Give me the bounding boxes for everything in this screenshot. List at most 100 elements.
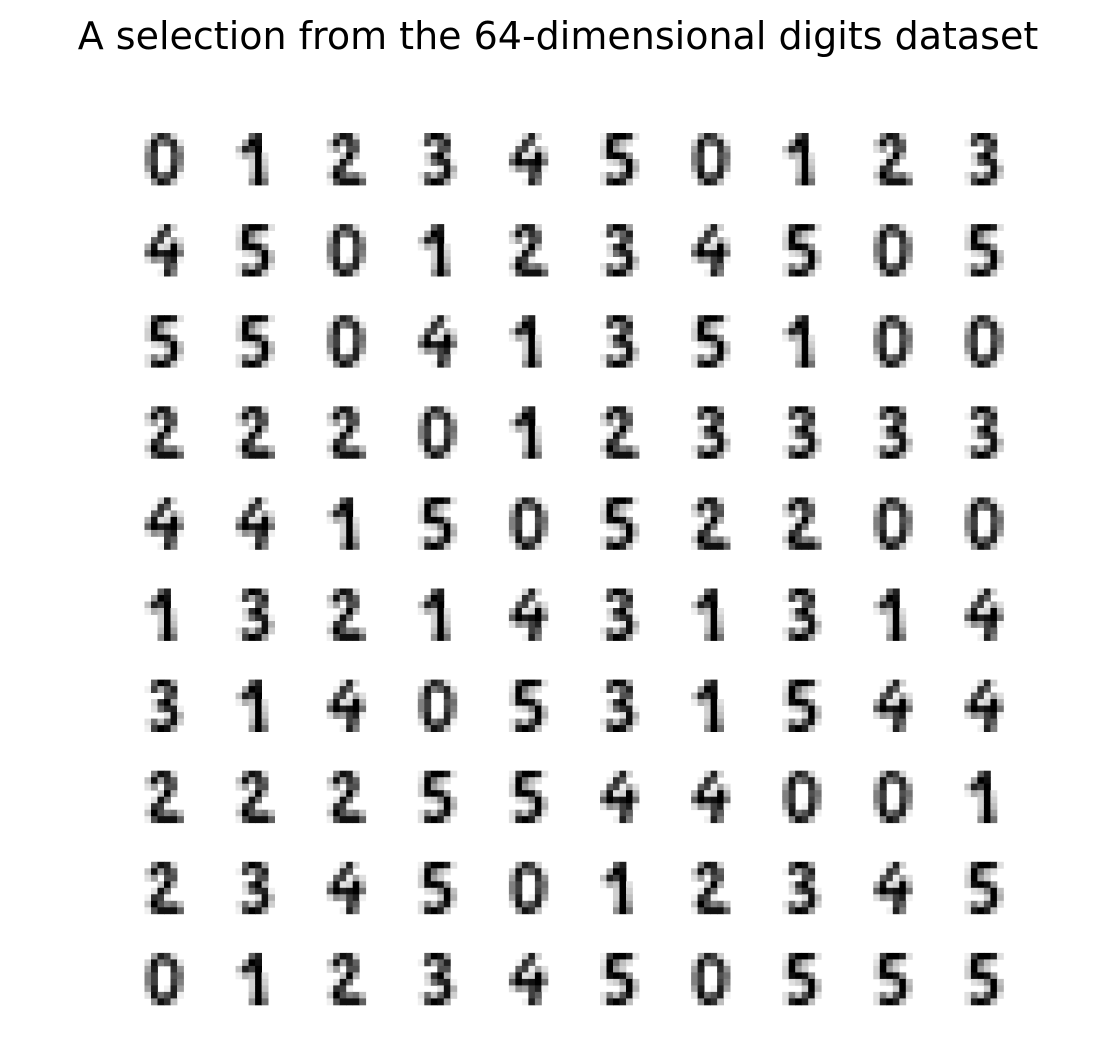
- pixel: [352, 321, 360, 329]
- pixel: [164, 172, 171, 179]
- pixel: [879, 445, 887, 453]
- pixel: [626, 230, 633, 238]
- pixel: [983, 881, 991, 889]
- pixel: [346, 315, 354, 323]
- pixel: [157, 588, 165, 596]
- pixel: [170, 334, 178, 342]
- pixel: [600, 542, 607, 550]
- pixel: [333, 874, 341, 882]
- pixel: [521, 425, 529, 433]
- pixel: [261, 783, 269, 791]
- pixel: [333, 705, 341, 713]
- pixel: [450, 159, 458, 166]
- pixel: [990, 725, 998, 732]
- pixel: [534, 601, 542, 609]
- pixel: [886, 861, 894, 869]
- pixel: [339, 133, 347, 140]
- pixel: [164, 692, 171, 700]
- pixel: [632, 172, 640, 179]
- pixel: [164, 230, 171, 238]
- pixel: [261, 601, 269, 609]
- pixel: [710, 315, 718, 323]
- pixel: [710, 438, 718, 446]
- pixel: [261, 165, 269, 173]
- pixel: [808, 595, 816, 602]
- pixel: [359, 712, 367, 719]
- pixel: [710, 595, 718, 602]
- pixel: [177, 146, 184, 153]
- pixel: [248, 790, 256, 798]
- pixel: [242, 881, 249, 889]
- pixel: [899, 269, 907, 277]
- pixel: [626, 263, 633, 270]
- pixel: [346, 965, 354, 973]
- pixel: [873, 777, 881, 785]
- pixel: [899, 900, 907, 908]
- pixel: [248, 510, 256, 518]
- pixel: [983, 595, 991, 602]
- pixel: [248, 796, 256, 804]
- pixel: [170, 809, 178, 817]
- pixel: [795, 614, 803, 622]
- pixel: [632, 952, 640, 960]
- pixel: [248, 972, 256, 980]
- pixel: [144, 250, 152, 257]
- pixel: [534, 634, 542, 641]
- pixel: [534, 536, 542, 544]
- pixel: [326, 959, 334, 967]
- pixel: [528, 595, 536, 602]
- pixel: [261, 334, 269, 342]
- pixel: [879, 959, 887, 967]
- pixel: [339, 777, 347, 785]
- pixel: [626, 803, 633, 811]
- pixel: [886, 503, 894, 511]
- pixel: [795, 679, 803, 687]
- pixel: [326, 887, 334, 895]
- pixel: [443, 790, 451, 798]
- pixel: [339, 224, 347, 231]
- pixel: [879, 432, 887, 440]
- pixel: [899, 256, 907, 264]
- pixel: [352, 263, 360, 270]
- pixel: [899, 705, 907, 713]
- pixel: [977, 991, 985, 999]
- pixel: [515, 139, 523, 147]
- pixel: [886, 178, 894, 186]
- pixel: [795, 529, 803, 537]
- pixel: [541, 796, 549, 804]
- pixel: [326, 881, 334, 889]
- pixel: [157, 510, 165, 518]
- pixel: [983, 770, 991, 778]
- pixel: [437, 809, 445, 817]
- pixel: [970, 881, 978, 889]
- pixel: [619, 699, 627, 706]
- pixel: [352, 965, 360, 973]
- pixel: [905, 692, 913, 700]
- pixel: [782, 334, 790, 342]
- pixel: [710, 679, 718, 687]
- pixel: [983, 256, 991, 264]
- pixel: [450, 985, 458, 993]
- pixel: [788, 608, 796, 615]
- pixel: [879, 816, 887, 824]
- digit-image-4-9: [964, 497, 1004, 550]
- pixel: [424, 887, 432, 895]
- pixel: [248, 360, 256, 368]
- pixel: [964, 243, 972, 251]
- pixel: [528, 269, 536, 277]
- pixel: [528, 139, 536, 147]
- digit-image-1-6: [691, 224, 731, 277]
- pixel: [899, 230, 907, 238]
- pixel: [723, 790, 731, 798]
- pixel: [450, 887, 458, 895]
- pixel: [710, 621, 718, 628]
- pixel: [157, 595, 165, 602]
- pixel: [710, 998, 718, 1006]
- pixel: [534, 725, 542, 732]
- pixel: [443, 354, 451, 362]
- pixel: [710, 230, 718, 238]
- pixel: [326, 334, 334, 342]
- pixel: [795, 542, 803, 550]
- pixel: [352, 341, 360, 349]
- pixel: [157, 868, 165, 876]
